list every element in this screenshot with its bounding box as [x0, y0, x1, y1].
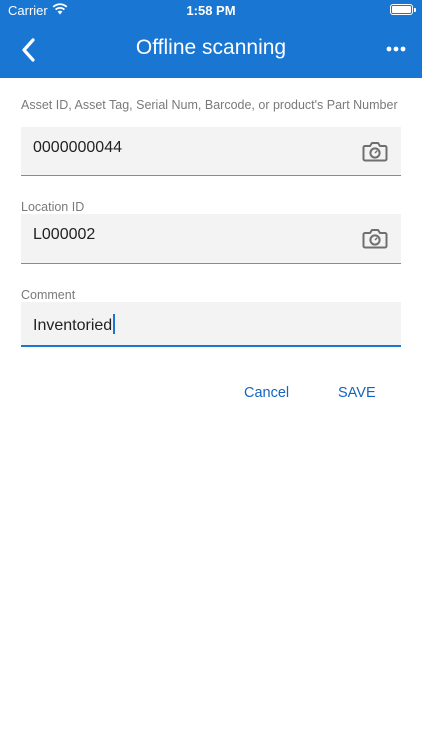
asset-id-value: 0000000044	[33, 139, 122, 156]
camera-icon[interactable]	[362, 140, 388, 162]
save-button[interactable]: SAVE	[338, 385, 376, 401]
asset-id-field[interactable]: 0000000044	[21, 127, 401, 176]
page-title: Offline scanning	[135, 36, 287, 59]
comment-value: Inventoried	[33, 314, 116, 335]
status-bar: Carrier 1:58 PM	[0, 0, 422, 22]
more-options-icon[interactable]	[386, 44, 406, 54]
comment-field[interactable]: Inventoried	[21, 302, 401, 347]
comment-field-label: Comment	[21, 288, 76, 302]
battery-icon	[390, 4, 416, 15]
location-id-value: L000002	[33, 226, 96, 243]
location-id-field[interactable]: L000002	[21, 214, 401, 264]
app-header: Carrier 1:58 PM Offline scanning	[0, 0, 422, 78]
cancel-button[interactable]: Cancel	[244, 385, 289, 401]
asset-field-label: Asset ID, Asset Tag, Serial Num, Barcode…	[21, 98, 398, 112]
camera-icon[interactable]	[362, 227, 388, 249]
location-field-label: Location ID	[21, 200, 85, 214]
text-cursor	[113, 314, 116, 334]
status-time: 1:58 PM	[186, 3, 236, 18]
